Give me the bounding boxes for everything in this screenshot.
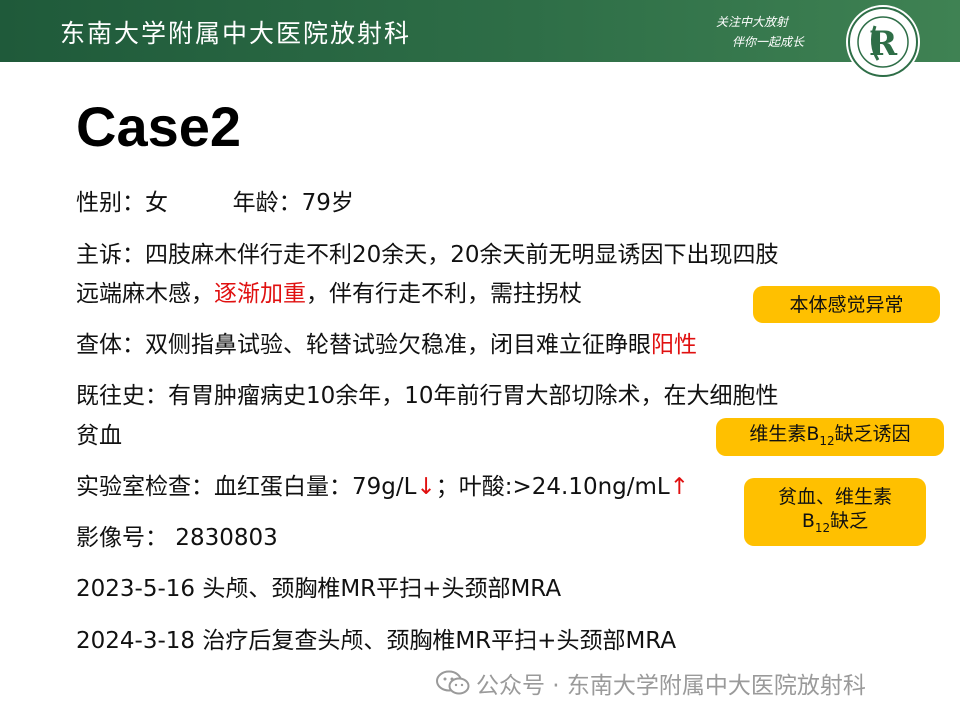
tag-b12-cause-label: 维生素B12缺乏诱因 bbox=[749, 422, 910, 453]
complaint-line-1: 主诉：四肢麻木伴行走不利20余天，20余天前无明显诱因下出现四肢 bbox=[76, 242, 779, 268]
complaint-text-a: 远端麻木感， bbox=[76, 281, 214, 307]
wechat-icon bbox=[436, 670, 470, 695]
tag-proprioception-label: 本体感觉异常 bbox=[789, 293, 904, 316]
tag-anemia-b12: 贫血、维生素 B12缺乏 bbox=[744, 478, 926, 546]
tag-proprioception: 本体感觉异常 bbox=[753, 286, 940, 323]
exam-text: 查体：双侧指鼻试验、轮替试验欠稳准，闭目难立征睁眼 bbox=[76, 332, 651, 358]
header-bar: 东南大学附属中大医院放射科 关注中大放射 伴你一起成长 bbox=[0, 0, 960, 62]
complaint-highlight: 逐渐加重 bbox=[214, 281, 306, 307]
header-slogan: 关注中大放射 伴你一起成长 bbox=[716, 12, 804, 52]
tag3-sub: 12 bbox=[814, 520, 831, 535]
complaint-text-b: ，伴有行走不利，需拄拐杖 bbox=[306, 281, 582, 307]
history-line-1: 既往史：有胃肿瘤病史10余年，10年前行胃大部切除术，在大细胞性 bbox=[76, 383, 779, 409]
lab-text-a: 实验室检查：血红蛋白量：79g/L bbox=[76, 474, 417, 500]
image-number-line: 影像号： 2830803 bbox=[76, 525, 278, 551]
watermark: 公众号 · 东南大学附属中大医院放射科 bbox=[436, 666, 866, 700]
lab-line: 实验室检查：血红蛋白量：79g/L↓；叶酸:>24.10ng/mL↑ bbox=[76, 472, 689, 502]
tag2-sub: 12 bbox=[819, 433, 835, 448]
tag3-line-2: B12缺乏 bbox=[802, 509, 868, 540]
department-logo-icon: R bbox=[846, 5, 920, 79]
history-line-2: 贫血 bbox=[76, 423, 122, 449]
exam-highlight: 阳性 bbox=[651, 332, 697, 358]
physical-exam-line: 查体：双侧指鼻试验、轮替试验欠稳准，闭目难立征睁眼阳性 bbox=[76, 330, 697, 360]
sex-text: 性别：女 bbox=[76, 190, 168, 216]
complaint-line-2: 远端麻木感，逐渐加重，伴有行走不利，需拄拐杖 bbox=[76, 279, 582, 309]
arrow-up-icon: ↑ bbox=[669, 474, 690, 500]
tag3-post: 缺乏 bbox=[830, 509, 869, 532]
tag3-pre: B bbox=[801, 509, 815, 532]
exam-2024-line: 2024-3-18 治疗后复查头颅、颈胸椎MR平扫+头颈部MRA bbox=[76, 628, 677, 654]
age-text: 年龄：79岁 bbox=[232, 190, 354, 216]
tag-b12-cause: 维生素B12缺乏诱因 bbox=[716, 418, 944, 456]
exam-2023-line: 2023-5-16 头颅、颈胸椎MR平扫+头颈部MRA bbox=[76, 576, 562, 602]
tag2-pre: 维生素B bbox=[749, 422, 820, 445]
case-title: Case2 bbox=[76, 95, 242, 158]
lab-text-b: ；叶酸:>24.10ng/mL bbox=[435, 474, 670, 500]
header-title: 东南大学附属中大医院放射科 bbox=[60, 19, 412, 48]
arrow-down-icon: ↓ bbox=[416, 474, 436, 500]
tag2-post: 缺乏诱因 bbox=[834, 422, 911, 445]
sex-age-line: 性别：女 年龄：79岁 bbox=[76, 188, 354, 218]
slogan-line-1: 关注中大放射 bbox=[716, 15, 789, 29]
watermark-text: 公众号 · 东南大学附属中大医院放射科 bbox=[476, 673, 866, 699]
tag3-line-1: 贫血、维生素 bbox=[777, 485, 892, 508]
slogan-line-2: 伴你一起成长 bbox=[732, 35, 805, 49]
